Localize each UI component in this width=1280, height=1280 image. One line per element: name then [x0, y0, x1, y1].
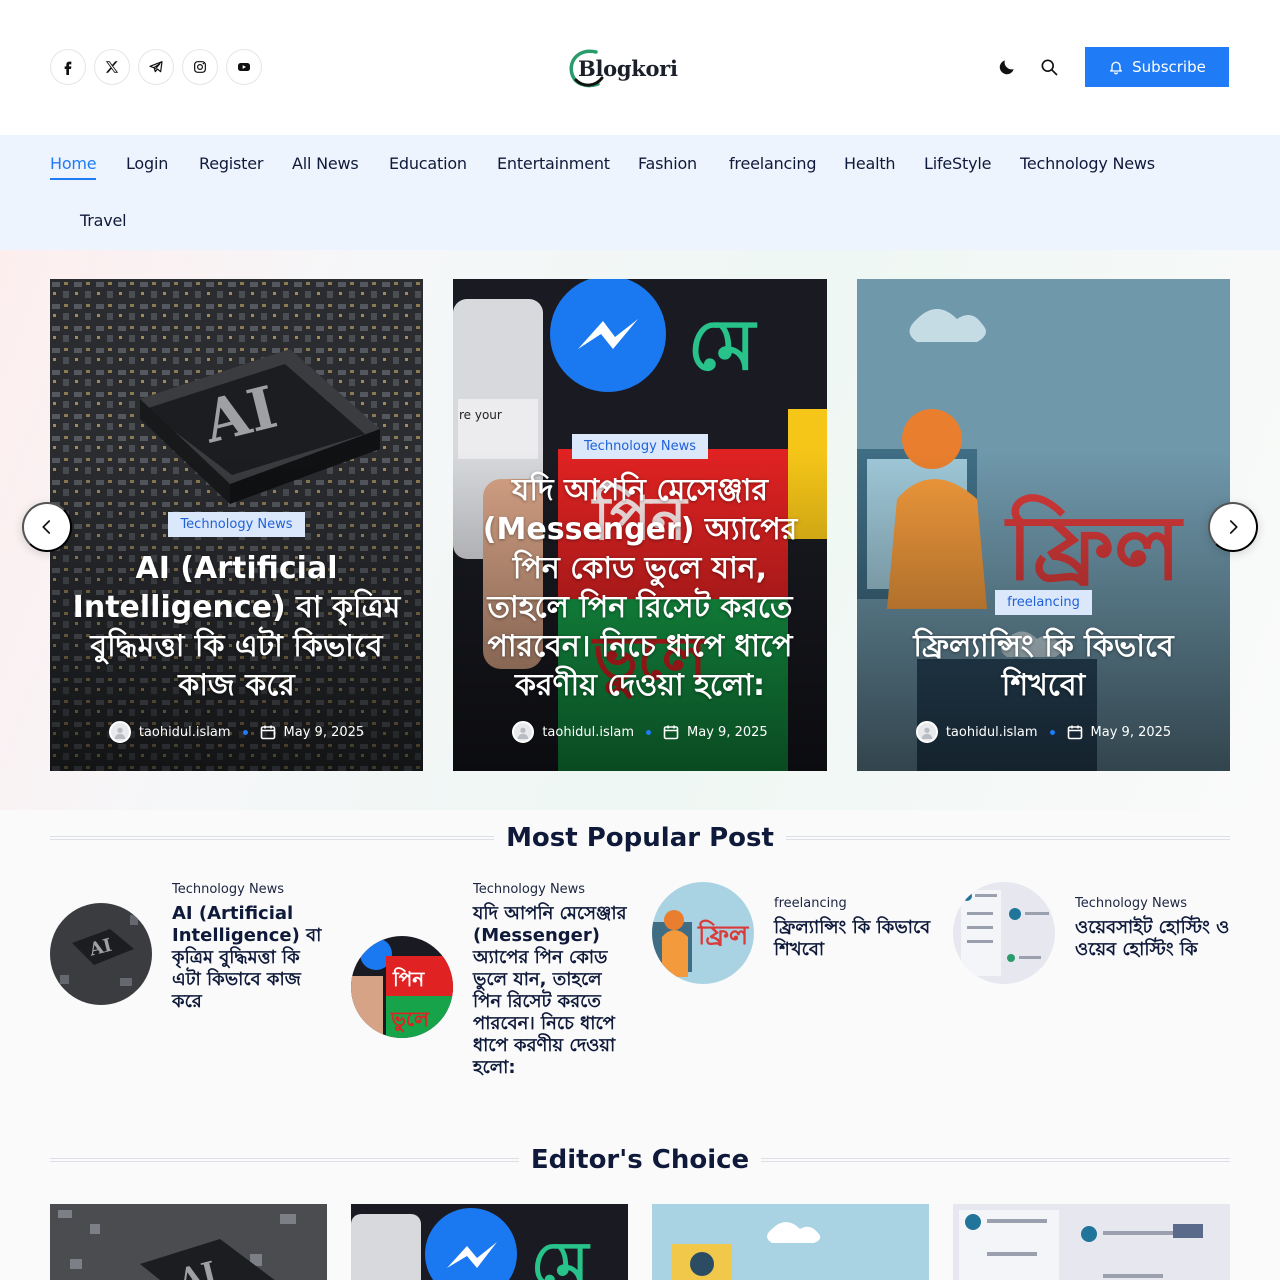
slider-prev-button[interactable] [22, 502, 72, 552]
post-category[interactable]: Technology News [172, 882, 330, 897]
post-thumbnail[interactable]: AI [50, 903, 152, 1005]
x-icon[interactable] [94, 49, 130, 85]
post-thumbnail[interactable]: ফ্রিল [652, 882, 754, 984]
editors-section-heading: Editor's Choice [50, 1140, 1231, 1180]
avatar [108, 721, 131, 743]
nav-item-health[interactable]: Health [844, 154, 896, 173]
popular-section-heading: Most Popular Post [50, 818, 1231, 858]
post-thumbnail[interactable]: পিন ভুলে [351, 936, 453, 1038]
popular-post[interactable]: ফ্রিল freelancing ফ্রিল্যান্সিং কি কিভাব… [652, 882, 932, 984]
hero-card[interactable]: re your মে পিন ভুলে Technology News যদি … [453, 279, 827, 771]
svg-text:পিন: পিন [392, 967, 425, 991]
popular-post[interactable]: পিন ভুলে Technology News যদি আপনি মেসেঞ্… [351, 882, 631, 1079]
nav-item-entertainment[interactable]: Entertainment [497, 154, 610, 173]
divider [50, 836, 495, 840]
post-title[interactable]: ফ্রিল্যান্সিং কি কিভাবে শিখবো [774, 917, 932, 961]
post-category[interactable]: Technology News [1075, 896, 1230, 911]
divider [50, 1158, 519, 1162]
post-thumbnail[interactable] [953, 882, 1055, 984]
editor-choice-thumbnail[interactable]: মে [351, 1204, 628, 1280]
nav-item-lifestyle[interactable]: LifeStyle [924, 154, 991, 173]
category-badge[interactable]: Technology News [571, 434, 709, 459]
dark-mode-toggle-icon[interactable] [995, 55, 1019, 79]
post-meta: taohidul.islam May 9, 2025 [108, 721, 365, 743]
chevron-left-icon [42, 520, 51, 534]
svg-text:ভুলে: ভুলে [390, 1007, 430, 1033]
editor-choice-thumbnail[interactable]: AI [50, 1204, 327, 1280]
card-title[interactable]: যদি আপনি মেসেঞ্জার (Messenger) অ্যাপের প… [473, 471, 807, 705]
popular-post[interactable]: Technology News ওয়েবসাইট হোস্টিং ও ওয়ে… [953, 882, 1230, 984]
editor-choice-thumbnail[interactable] [652, 1204, 929, 1280]
avatar [512, 721, 535, 743]
section-title: Most Popular Post [506, 823, 774, 853]
bell-icon [1110, 61, 1123, 75]
social-links [50, 49, 262, 85]
divider [761, 1158, 1231, 1162]
post-date: May 9, 2025 [283, 724, 365, 740]
calendar-icon [1067, 725, 1082, 740]
post-meta: taohidul.islam May 9, 2025 [915, 721, 1172, 743]
post-title[interactable]: যদি আপনি মেসেঞ্জার (Messenger) অ্যাপের প… [473, 903, 631, 1079]
category-badge[interactable]: Technology News [168, 512, 305, 537]
subscribe-label: Subscribe [1132, 58, 1206, 76]
category-badge[interactable]: freelancing [995, 590, 1092, 615]
card-title[interactable]: ফ্রিল্যান্সিং কি কিভাবে শিখবো [877, 627, 1210, 705]
logo-text: Blogkori [578, 55, 678, 81]
separator-dot [1049, 729, 1055, 735]
author-name[interactable]: taohidul.islam [946, 725, 1038, 740]
site-header: Blogkori Subscribe [0, 0, 1280, 135]
nav-item-education[interactable]: Education [389, 154, 467, 173]
slider-next-button[interactable] [1208, 502, 1258, 552]
svg-text:ফ্রিল: ফ্রিল [697, 919, 750, 951]
post-meta: taohidul.islam May 9, 2025 [512, 721, 768, 743]
author-name[interactable]: taohidul.islam [139, 725, 231, 740]
post-date: May 9, 2025 [687, 724, 768, 740]
nav-item-login[interactable]: Login [126, 154, 168, 173]
nav-item-freelancing[interactable]: freelancing [729, 154, 816, 173]
separator-dot [242, 729, 248, 735]
chevron-right-icon [1229, 520, 1238, 534]
divider [785, 836, 1231, 840]
nav-item-travel[interactable]: Travel [80, 211, 127, 230]
popular-post[interactable]: AI Technology News AI (Artificial Intell… [50, 882, 330, 1013]
svg-text:মে: মে [531, 1229, 591, 1280]
subscribe-button[interactable]: Subscribe [1085, 47, 1229, 87]
calendar-icon [260, 725, 275, 740]
section-title: Editor's Choice [530, 1145, 750, 1175]
youtube-icon[interactable] [226, 49, 262, 85]
editor-choice-thumbnail[interactable] [953, 1204, 1230, 1280]
post-title[interactable]: AI (Artificial Intelligence) বা কৃত্রিম … [172, 903, 330, 1013]
nav-item-technology-news[interactable]: Technology News [1020, 154, 1155, 173]
site-logo[interactable]: Blogkori [566, 44, 678, 92]
calendar-icon [663, 725, 679, 740]
avatar [915, 721, 938, 743]
card-title[interactable]: AI (Artificial Intelligence) বা কৃত্রিম … [70, 549, 403, 705]
search-icon[interactable] [1037, 55, 1061, 79]
hero-card[interactable]: AI Technology News AI (Artificial Intell… [50, 279, 423, 771]
hero-card[interactable]: ফ্রিল freelancing ফ্রিল্যান্সিং কি কিভাব… [857, 279, 1230, 771]
telegram-icon[interactable] [138, 49, 174, 85]
post-category[interactable]: Technology News [473, 882, 631, 897]
nav-item-fashion[interactable]: Fashion [638, 154, 697, 173]
nav-item-register[interactable]: Register [199, 154, 263, 173]
facebook-icon[interactable] [50, 49, 86, 85]
instagram-icon[interactable] [182, 49, 218, 85]
main-nav: Home Login Register All News Education E… [0, 135, 1280, 250]
post-title[interactable]: ওয়েবসাইট হোস্টিং ও ওয়েব হোস্টিং কি [1075, 917, 1230, 961]
nav-item-all-news[interactable]: All News [292, 154, 359, 173]
nav-item-home[interactable]: Home [50, 154, 97, 180]
author-name[interactable]: taohidul.islam [542, 725, 634, 740]
separator-dot [646, 729, 652, 735]
post-date: May 9, 2025 [1090, 724, 1172, 740]
post-category[interactable]: freelancing [774, 896, 932, 911]
